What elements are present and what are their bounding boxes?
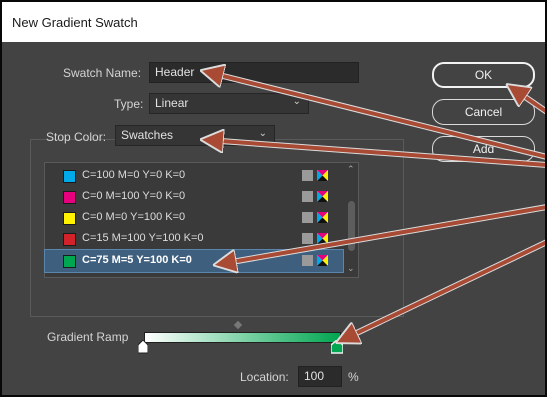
location-input[interactable]: 100 (298, 366, 342, 387)
list-scrollbar[interactable]: ⌃ ⌄ (345, 163, 358, 277)
list-item[interactable]: C=100 M=0 Y=0 K=0 (45, 166, 343, 186)
swatch-chip (63, 212, 76, 225)
type-value: Linear (155, 96, 189, 110)
cmyk-mode-icon (317, 170, 328, 181)
swatch-chip (63, 233, 76, 246)
chevron-down-icon: ⌄ (258, 128, 267, 139)
gradient-ramp-label: Gradient Ramp (47, 330, 129, 344)
gray-square-icon (302, 233, 313, 244)
gray-square-icon (302, 191, 313, 202)
swatch-chip (63, 255, 76, 268)
color-stop-icon[interactable] (330, 339, 344, 357)
dialog-body: Swatch Name: Header Type: Linear ⌄ OK Ca… (2, 42, 545, 395)
swatch-list[interactable]: C=100 M=0 Y=0 K=0 C=0 M=100 Y=0 K=0 C=0 … (44, 162, 359, 278)
swatch-name-input[interactable]: Header (149, 62, 359, 83)
gradient-ramp[interactable] (144, 332, 341, 343)
swatch-chip (63, 191, 76, 204)
type-select[interactable]: Linear ⌄ (149, 93, 309, 114)
cmyk-mode-icon (317, 191, 328, 202)
cmyk-mode-icon (317, 233, 328, 244)
title-bar: New Gradient Swatch (2, 2, 545, 42)
gray-square-icon (302, 255, 313, 266)
scroll-up-icon[interactable]: ⌃ (347, 164, 355, 175)
gray-square-icon (302, 170, 313, 181)
swatch-name: C=15 M=100 Y=100 K=0 (82, 232, 204, 244)
screenshot-frame: New Gradient Swatch Swatch Name: Header … (0, 0, 547, 397)
midpoint-diamond-icon[interactable] (233, 320, 243, 330)
swatch-name: C=75 M=5 Y=100 K=0 (82, 254, 192, 266)
list-item[interactable]: C=0 M=0 Y=100 K=0 (45, 208, 343, 228)
list-item-selected[interactable]: C=75 M=5 Y=100 K=0 (44, 249, 344, 273)
chevron-down-icon: ⌄ (292, 96, 301, 107)
stop-color-value: Swatches (121, 128, 174, 142)
stop-color-label: Stop Color: (46, 130, 107, 144)
type-label: Type: (114, 97, 144, 111)
color-stop-icon[interactable] (137, 339, 149, 357)
gray-square-icon (302, 212, 313, 223)
add-button[interactable]: Add (432, 136, 535, 162)
window-title: New Gradient Swatch (12, 15, 138, 30)
swatch-chip (63, 170, 76, 183)
scroll-thumb[interactable] (348, 201, 355, 251)
stop-color-select[interactable]: Swatches ⌄ (115, 125, 275, 146)
cmyk-mode-icon (317, 255, 328, 266)
swatch-name: C=100 M=0 Y=0 K=0 (82, 169, 186, 181)
ok-button[interactable]: OK (432, 62, 535, 88)
swatch-name-label: Swatch Name: (63, 66, 142, 80)
list-item[interactable]: C=0 M=100 Y=0 K=0 (45, 187, 343, 207)
swatch-name: C=0 M=0 Y=100 K=0 (82, 211, 186, 223)
swatch-name: C=0 M=100 Y=0 K=0 (82, 190, 186, 202)
dialog-window: New Gradient Swatch Swatch Name: Header … (2, 2, 545, 395)
cancel-button[interactable]: Cancel (432, 99, 535, 125)
location-label: Location: (240, 370, 289, 384)
list-item[interactable]: C=15 M=100 Y=100 K=0 (45, 229, 343, 249)
percent-unit: % (348, 370, 359, 384)
scroll-down-icon[interactable]: ⌄ (347, 263, 355, 274)
cmyk-mode-icon (317, 212, 328, 223)
